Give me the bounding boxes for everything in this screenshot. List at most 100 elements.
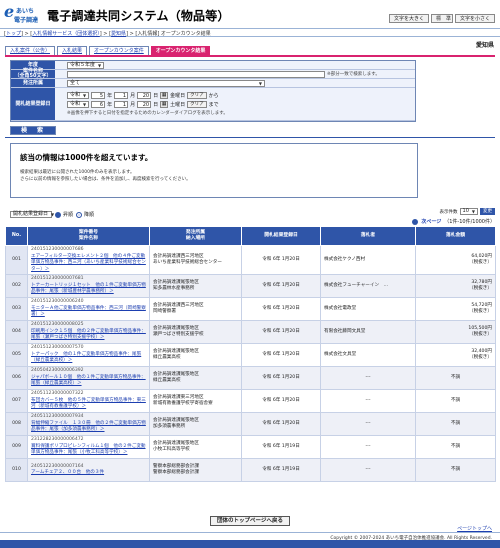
row-dept: 会計局調達課尾張地区 緑丘農業高校 [149, 366, 242, 390]
logo-line2: 電子調達 [14, 17, 39, 24]
crumb-top-link[interactable]: トップ [6, 31, 21, 37]
next-page-icon[interactable] [412, 218, 419, 225]
from-month-input[interactable]: 1 [114, 92, 129, 99]
amount-value: 不調 [450, 443, 461, 449]
from-clear-button[interactable]: クリア [187, 92, 207, 99]
year-select[interactable]: 令和５年度 ▼ [67, 61, 105, 69]
row-no: 007 [5, 389, 28, 413]
aichi-logo[interactable]: e あいち 電子調達 [4, 2, 44, 24]
sort-asc-radio[interactable]: 昇順 [55, 211, 73, 218]
row-amount: 32,780円 （税抜き） [415, 274, 496, 298]
row-amount: 不調 [415, 366, 496, 390]
amount-value: 不調 [450, 420, 461, 426]
to-day-input[interactable]: 20 [137, 101, 152, 108]
row-date: 令和 6年 1月19日 [241, 435, 321, 459]
delivery-place: 瀬戸つばさ特別支援学校 [153, 332, 204, 337]
case-name-link[interactable]: エアーフィルター交換エレメント２個 他の４件ご変動単価方物品事件：西三河（あいち… [31, 254, 146, 274]
to-clear-button[interactable]: クリア [187, 101, 207, 108]
row-date: 令和 6年 1月20日 [241, 274, 321, 298]
delivery-place: 加多須農事務所 [153, 424, 186, 429]
row-no: 002 [5, 274, 28, 298]
row-date: 令和 6年 1月20日 [241, 245, 321, 275]
date-row: 開札結果登録日 令和 ▼ 5年 1月 20 日 ▦ 金曜日 クリア から 令和 ▼ 6… [11, 88, 415, 121]
tab-open-counter[interactable]: オープンカウンタ案件 [89, 46, 149, 55]
year-unit: 年 [107, 102, 113, 108]
tab-underline [5, 55, 495, 57]
case-name-link[interactable]: 背幅伸縮ファイル １３０冊 他の２件ご変動単価方物品事件：尾張（加多須農事務所）… [31, 421, 146, 434]
from-day-input[interactable]: 20 [137, 92, 152, 99]
case-name-link[interactable]: 賞料保護ポリプロピレンフィルム１個 他の２件ご変動単価方物品事件：尾張（小牧工科… [31, 444, 146, 457]
row-dept: 会計局調達課東三河地区 新城有教養護学校学寄宿舎寮 [149, 389, 242, 413]
row-dept: 会計局調達課尾張地区 小牧工科高等学校 [149, 435, 242, 459]
to-year-input[interactable]: 6 [91, 101, 106, 108]
dept-select-value: 全て [70, 79, 81, 86]
from-year-input[interactable]: 5 [91, 92, 106, 99]
per-page-value: 10 [462, 208, 469, 214]
font-small-button[interactable]: 文字を小さく [454, 14, 495, 23]
row-date: 令和 6年 1月20日 [241, 412, 321, 436]
notice-headline: 該当の情報は1000件を超えています。 [20, 153, 153, 162]
next-page-link[interactable]: 次ページ [421, 218, 441, 225]
sort-select[interactable]: 開札結果登録日 ▼ [10, 211, 54, 218]
case-name-link[interactable]: 布団カバー５枚 他の５件ご変動単価方物品事件：東三河（新城有教養護学校）＞ [31, 398, 146, 411]
delivery-place: 緑丘農業高校 [153, 378, 181, 383]
chevron-down-icon: ▼ [83, 102, 87, 107]
search-button[interactable]: 検 索 [10, 126, 56, 135]
dept-label: 発注所属 [11, 79, 55, 87]
from-era-select[interactable]: 令和 ▼ [67, 92, 90, 99]
row-amount: 不調 [415, 389, 496, 413]
table-row: 005 240151230000007570 トナーパック 他の１件ご変動単価方物品… [5, 343, 496, 367]
row-amount: 不調 [415, 435, 496, 459]
case-name-link[interactable]: モニターＡ他ご変動単価方物品事件：西三河（岡崎警察署）＞ [31, 306, 146, 319]
row-no: 004 [5, 320, 28, 344]
to-era-select[interactable]: 令和 ▼ [67, 101, 90, 108]
table-row: 010 240512230000007164 アームチェア２、００台 他の３件 警察本… [5, 458, 496, 482]
row-winner: --- [320, 366, 416, 390]
case-name-link[interactable]: アームチェア２、００台 他の３件 [31, 470, 146, 477]
per-page-change-button[interactable]: 変更 [480, 208, 495, 215]
sort-asc-label: 昇順 [63, 212, 74, 218]
logo-mark: e [4, 2, 15, 21]
prefecture-label: 愛知県 [475, 42, 494, 49]
calendar-icon[interactable]: ▦ [160, 92, 169, 99]
font-large-button[interactable]: 文字を大きく [388, 14, 429, 23]
sort-desc-label: 降順 [84, 212, 95, 218]
year-unit: 年 [107, 93, 113, 99]
to-month-input[interactable]: 1 [114, 101, 129, 108]
case-name-link[interactable]: トナーカートリッジ１セット 他の１件ご変動単価方物品事件：尾張（新城豊林学農事務… [31, 283, 146, 296]
day-unit: 日 [153, 93, 159, 99]
table-row: 006 240504230000006392 ジャパボール１０個 他の１件ご変動単価… [5, 366, 496, 390]
font-standard-button[interactable]: 標 準 [430, 14, 453, 23]
row-dept: 会計局調達課西三河地区 あいち産業科学技術総合センター [149, 245, 242, 275]
row-winner: 有限会社藤岡文具堂 [320, 320, 416, 344]
amount-tax-note: （税抜き） [469, 309, 492, 314]
back-to-top-page-button[interactable]: 団体のトップページへ戻る [210, 516, 290, 526]
case-name-input[interactable] [67, 70, 325, 78]
tab-bid-result[interactable]: 入札結果 [57, 46, 88, 55]
year-row: 年度 令和５年度 ▼ [11, 61, 415, 70]
delivery-place: 緑丘農業高校 [153, 355, 181, 360]
row-date: 令和 6年 1月20日 [241, 297, 321, 321]
chevron-down-icon: ▼ [471, 209, 475, 214]
dept-select[interactable]: 全て ▼ [67, 79, 265, 87]
crumb-sep: > [101, 31, 110, 37]
row-case: 240151230000006240 モニターＡ他ご変動単価方物品事件：西三河（岡… [27, 297, 150, 321]
sort-desc-radio[interactable]: 降順 [76, 211, 94, 218]
tab-open-counter-result[interactable]: オープンカウンタ結果 [150, 46, 211, 55]
per-page-select[interactable]: 10 ▼ [459, 208, 478, 215]
col-dept: 発注所属 納入場所 [149, 226, 242, 246]
row-winner: 株式会社文具堂 [320, 343, 416, 367]
crumb-pref-link[interactable]: 愛知県 [111, 31, 126, 37]
page-top-link[interactable]: ページトップへ [457, 525, 492, 532]
col-no: No. [5, 226, 28, 246]
crumb-service-link[interactable]: 入札情報サービス（団体選択） [32, 31, 100, 37]
row-case: 240151230000007570 トナーパック 他の１件ご変動単価方物品事件：… [27, 343, 150, 367]
tab-bid-notice[interactable]: 入札案件（公告） [5, 46, 56, 55]
case-name-link[interactable]: トナーパック 他の１件ご変動単価方物品事件：尾張（緑丘農業高校）＞ [31, 352, 146, 365]
breadcrumb: [トップ] > [入札情報サービス（団体選択）] > [愛知県] > [入札情報… [0, 28, 500, 37]
calendar-icon[interactable]: ▦ [160, 101, 169, 108]
row-case: 240511230000007934 背幅伸縮ファイル １３０冊 他の２件ご変動単… [27, 412, 150, 436]
case-name-link[interactable]: 印刷用インク１５個 他の２件ご変動単価方物品事件：尾張（瀬戸つばさ特別支援学校）… [31, 329, 146, 342]
from-weekday: 金曜日 [170, 93, 186, 99]
case-name-link[interactable]: ジャパボール１０個 他の１件ご変動単価方物品事件：尾張（緑丘農業高校）＞ [31, 375, 146, 388]
